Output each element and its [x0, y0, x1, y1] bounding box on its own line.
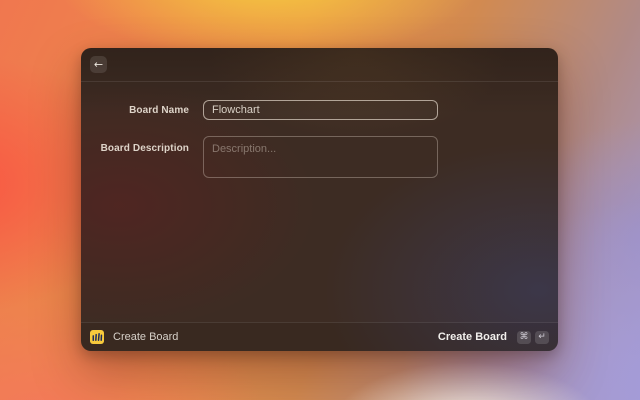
board-name-row: Board Name [81, 100, 558, 120]
board-description-textarea[interactable] [203, 136, 438, 178]
board-name-label: Board Name [129, 104, 189, 116]
create-board-dialog: ← Board Name Board Description [81, 48, 558, 351]
create-board-action[interactable]: Create Board [438, 331, 507, 343]
dialog-header: ← [81, 48, 558, 82]
dialog-footer: Create Board Create Board ⌘ ↵ [81, 322, 558, 351]
board-description-row: Board Description [81, 136, 558, 178]
miro-logo-icon [90, 330, 104, 344]
back-button[interactable]: ← [90, 56, 107, 73]
footer-app-info: Create Board [90, 330, 178, 344]
board-description-label: Board Description [100, 143, 189, 154]
board-name-input[interactable] [203, 100, 438, 120]
return-key-icon: ↵ [535, 330, 549, 344]
desktop-background: ← Board Name Board Description [0, 0, 640, 400]
footer-action-area: Create Board ⌘ ↵ [438, 330, 549, 344]
create-board-form: Board Name Board Description [81, 82, 558, 178]
command-key-icon: ⌘ [517, 330, 531, 344]
footer-command-title: Create Board [113, 331, 179, 343]
back-arrow-icon: ← [93, 58, 104, 71]
